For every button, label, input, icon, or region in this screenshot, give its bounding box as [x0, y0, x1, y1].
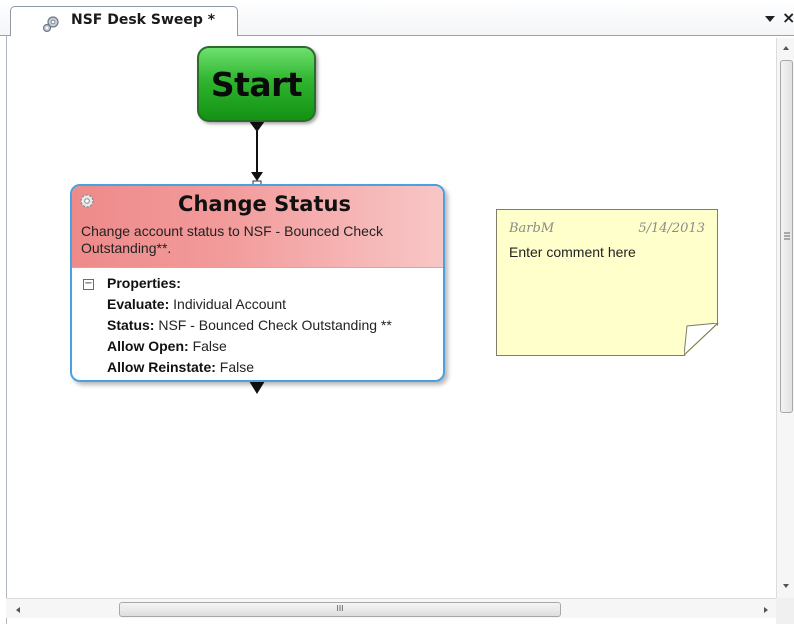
activity-description: Change account status to NSF - Bounced C…	[81, 223, 383, 256]
vertical-scrollbar[interactable]	[776, 38, 794, 598]
activity-header: Change Status Change account status to N…	[72, 186, 443, 268]
horizontal-scroll-thumb[interactable]: III	[119, 602, 561, 617]
document-tab-strip: NSF Desk Sweep * ×	[0, 0, 794, 37]
comment-date: 5/14/2013	[638, 221, 705, 236]
scroll-right-arrow-icon[interactable]	[762, 605, 770, 615]
collapse-properties-button[interactable]: −	[83, 279, 94, 290]
scroll-grip-icon	[784, 232, 790, 240]
workflow-gears-icon	[42, 16, 59, 33]
scroll-left-arrow-icon[interactable]	[14, 605, 22, 615]
scroll-down-arrow-icon[interactable]	[781, 582, 791, 590]
scroll-up-arrow-icon[interactable]	[781, 44, 791, 52]
vertical-scroll-thumb[interactable]	[780, 60, 793, 413]
property-allow-reinstate: Allow Reinstate: False	[107, 359, 255, 375]
note-page-fold-icon	[684, 323, 719, 356]
horizontal-scrollbar[interactable]: III	[6, 598, 776, 618]
comment-author: BarbM	[509, 221, 555, 236]
tab-title: NSF Desk Sweep *	[71, 12, 216, 28]
start-node[interactable]: Start	[197, 46, 316, 122]
activity-title: Change Status	[178, 192, 351, 216]
start-node-label: Start	[210, 64, 303, 104]
comment-text[interactable]: Enter comment here	[509, 244, 636, 260]
scrollbar-corner	[776, 598, 794, 624]
properties-header: Properties:	[107, 275, 181, 291]
close-tab-button[interactable]: ×	[782, 8, 794, 27]
properties-list: Properties: Evaluate: Individual Account…	[107, 273, 392, 378]
property-evaluate: Evaluate: Individual Account	[107, 296, 286, 312]
scroll-grip-label: III	[336, 604, 344, 613]
change-status-activity[interactable]: Change Status Change account status to N…	[70, 184, 445, 382]
property-allow-open: Allow Open: False	[107, 338, 227, 354]
chevron-down-icon[interactable]	[764, 14, 776, 24]
property-status: Status: NSF - Bounced Check Outstanding …	[107, 317, 392, 333]
tab-nsf-desk-sweep[interactable]: NSF Desk Sweep *	[10, 6, 238, 37]
